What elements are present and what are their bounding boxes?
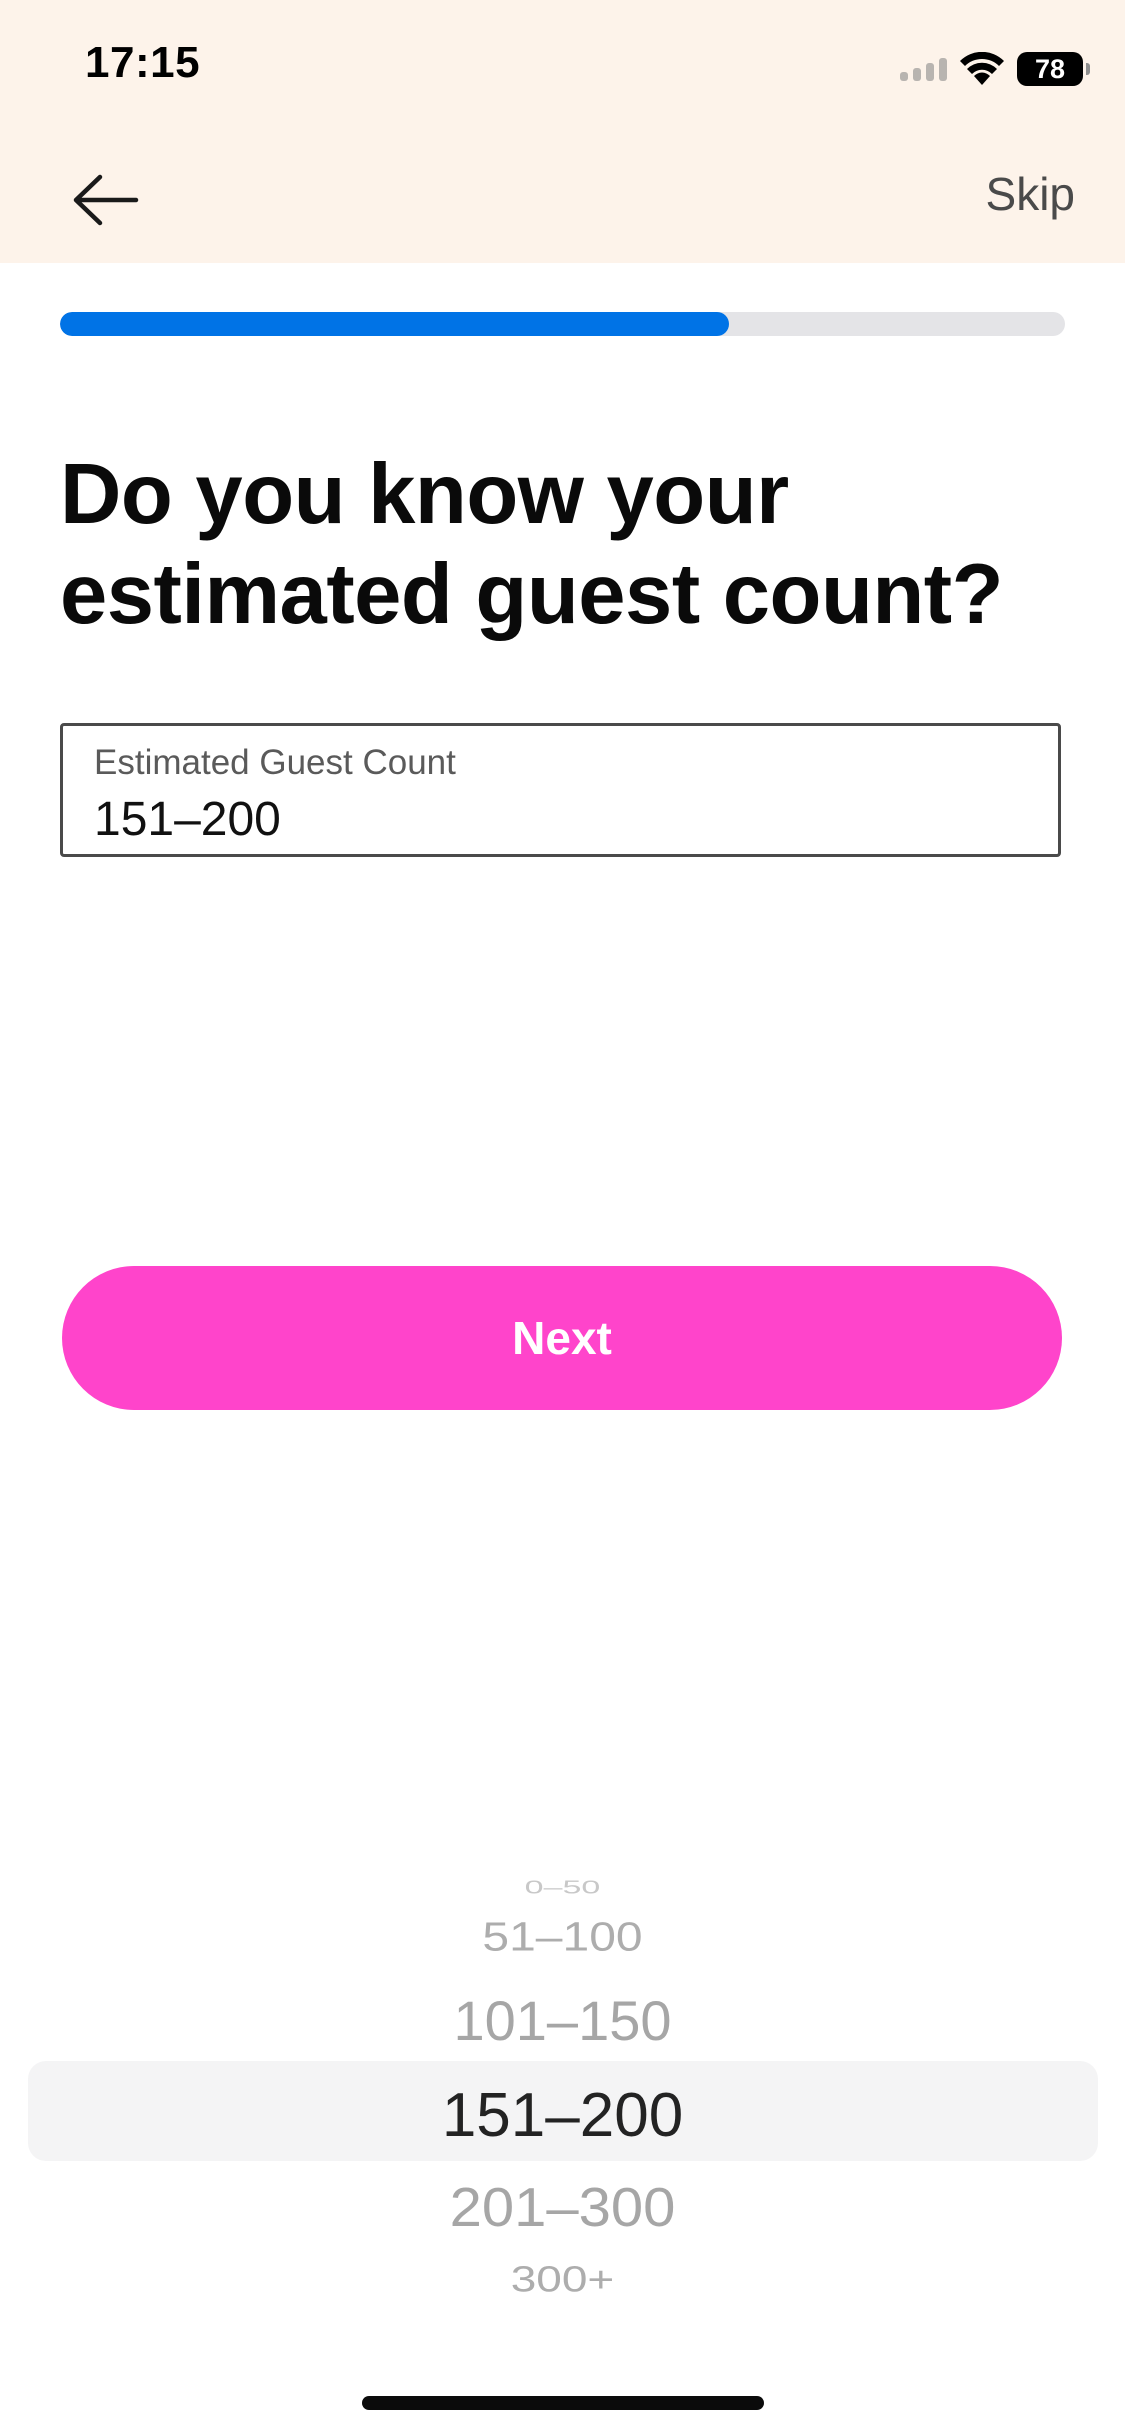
progress-bar: [60, 312, 1065, 336]
guest-count-screen: 17:15 78 Skip Do you know your estimated…: [0, 0, 1125, 2436]
arrow-left-icon: [73, 174, 139, 226]
guest-count-field[interactable]: Estimated Guest Count 151–200: [60, 723, 1061, 857]
page-title: Do you know your estimated guest count?: [60, 447, 1004, 642]
header: 17:15 78 Skip: [0, 0, 1125, 263]
picker-option[interactable]: 101–150: [0, 1988, 1125, 2053]
cellular-signal-icon: [900, 57, 947, 81]
next-button[interactable]: Next: [62, 1266, 1062, 1410]
status-time: 17:15: [85, 38, 201, 87]
skip-button[interactable]: Skip: [986, 167, 1075, 221]
guest-count-field-label: Estimated Guest Count: [94, 743, 456, 782]
wifi-icon: [960, 52, 1004, 85]
battery-icon: 78: [1017, 52, 1090, 86]
picker-option[interactable]: 201–300: [0, 2176, 1125, 2240]
picker-option[interactable]: 300+: [0, 2258, 1125, 2300]
picker-option[interactable]: 51–100: [0, 1914, 1125, 1961]
guest-count-picker[interactable]: 0–50 51–100 101–150 151–200 201–300 300+: [0, 1840, 1125, 2330]
picker-option-selected[interactable]: 151–200: [0, 2080, 1125, 2151]
battery-level: 78: [1034, 53, 1066, 84]
status-icons: 78: [900, 44, 1090, 94]
back-button[interactable]: [70, 160, 160, 240]
progress-fill: [60, 312, 730, 336]
guest-count-field-value[interactable]: 151–200: [94, 792, 281, 847]
home-indicator[interactable]: [362, 2396, 764, 2410]
picker-option[interactable]: 0–50: [0, 1877, 1125, 1898]
